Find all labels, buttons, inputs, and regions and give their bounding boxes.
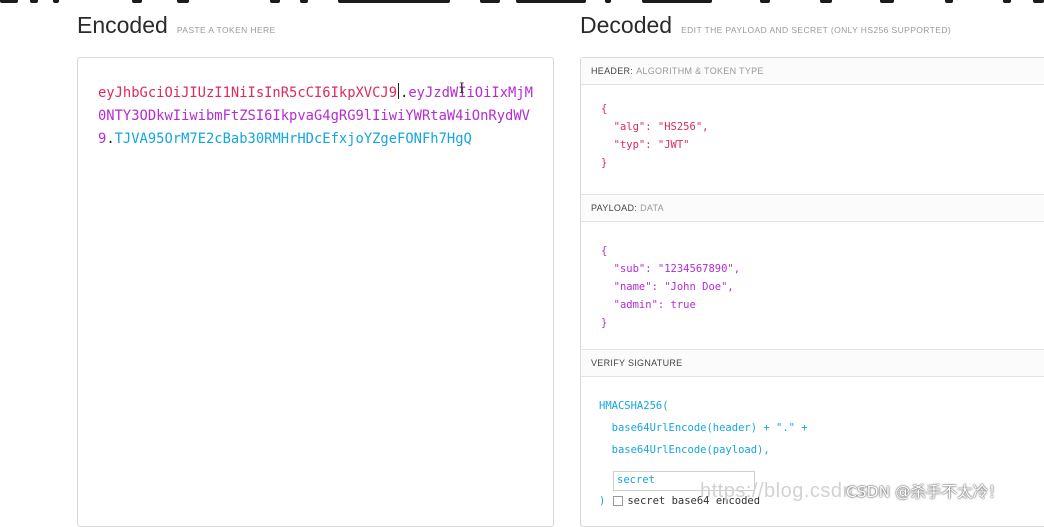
token-signature-part: TJVA95OrM7E2cBab30RMHrHDcEfxjoYZgeFONFh7… [114,131,472,147]
payload-json-editor[interactable]: { "sub": "1234567890", "name": "John Doe… [581,242,1044,332]
watermark-csdn-text: CSDN @杀手不太冷！ [846,483,1004,501]
encoded-heading: Encoded PASTE A TOKEN HERE [77,12,276,39]
header-section-label: HEADER: ALGORITHM & TOKEN TYPE [581,58,1044,85]
cropped-top-strip [0,0,1044,5]
watermark-csdn: CSDN @杀手不太冷！ [846,480,1004,502]
encoded-hint: PASTE A TOKEN HERE [176,25,276,35]
signature-line: base64UrlEncode(payload), [599,444,770,456]
decoded-panel: HEADER: ALGORITHM & TOKEN TYPE { "alg": "… [580,57,1044,527]
ibeam-cursor-icon: I [459,81,465,97]
base64-checkbox[interactable] [613,496,624,506]
payload-json-line: "admin": true [601,299,696,311]
header-json-line: { [601,103,608,115]
decoded-hint: EDIT THE PAYLOAD AND SECRET (ONLY HS256 … [681,25,952,35]
payload-label: PAYLOAD: [591,203,638,213]
signature-line: HMACSHA256( [599,400,669,412]
header-sublabel: ALGORITHM & TOKEN TYPE [636,66,764,76]
token-header-part: eyJhbGciOiJIUzI1NiIsInR5cCI6IkpXVCJ9 [98,85,398,101]
decoded-heading: Decoded EDIT THE PAYLOAD AND SECRET (ONL… [580,12,951,39]
encoded-token-text[interactable]: eyJhbGciOiJIUzI1NiIsInR5cCI6IkpXVCJ9 .eyJ… [98,82,538,151]
header-json-line: "alg": "HS256", [601,121,709,133]
header-json-editor[interactable]: { "alg": "HS256", "typ": "JWT" } [581,100,1044,172]
signature-formula: HMACSHA256( base64UrlEncode(header) + ".… [581,395,1044,461]
signature-label: VERIFY SIGNATURE [591,358,683,368]
encoded-title: Encoded [77,12,168,38]
encoded-token-input[interactable]: eyJhbGciOiJIUzI1NiIsInR5cCI6IkpXVCJ9 .eyJ… [77,57,554,527]
text-cursor [398,83,400,99]
signature-line: base64UrlEncode(header) + "." + [599,422,808,434]
payload-json-line: } [601,317,608,329]
signature-section-label: VERIFY SIGNATURE [581,350,1044,377]
header-json-line: } [601,157,608,169]
header-label: HEADER: [591,66,634,76]
payload-json-line: "name": "John Doe", [601,281,734,293]
decoded-title: Decoded [580,12,673,38]
payload-section-label: PAYLOAD: DATA [581,195,1044,222]
payload-sublabel: DATA [640,203,664,213]
payload-json-line: "sub": "1234567890", [601,263,741,275]
header-json-line: "typ": "JWT" [601,139,690,151]
token-dot-2: . [106,131,115,147]
close-paren: ) [599,495,606,507]
payload-json-line: { [601,245,608,257]
